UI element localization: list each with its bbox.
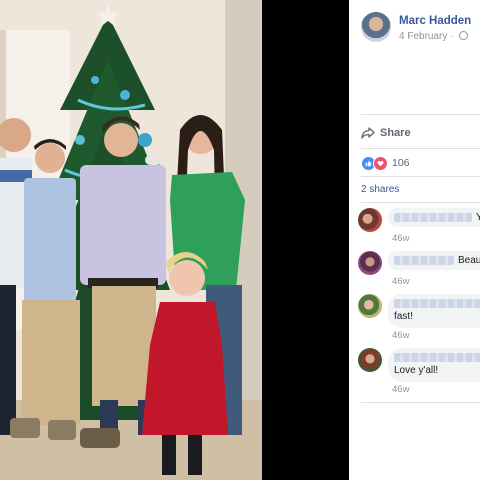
divider [361,202,480,203]
share-arrow-icon [361,127,375,139]
comment-time[interactable]: 46w [392,233,409,244]
comment-text: Beau [458,255,480,266]
share-label: Share [380,127,411,139]
divider [361,148,480,149]
post-header: Marc Hadden 4 February · [361,12,480,46]
reaction-count: 106 [392,157,410,169]
comment-text: fast! [394,311,413,322]
comment-bubble: fast! [388,294,480,328]
divider [361,114,480,115]
globe-icon [459,31,469,40]
comment-bubble: Y [388,208,480,227]
comment-time[interactable]: 46w [392,384,409,395]
author-avatar[interactable] [361,12,391,42]
commenter-name-blurred[interactable] [394,298,480,308]
post-date-text: 4 February [399,31,448,42]
author-name-link[interactable]: Marc Hadden [399,15,471,27]
commenter-avatar[interactable] [358,348,382,372]
reactions-summary[interactable]: 106 [361,155,410,171]
divider [361,176,480,177]
comment-time[interactable]: 46w [392,330,409,341]
commenter-avatar[interactable] [358,251,382,275]
commenter-name-blurred[interactable] [394,255,454,265]
post-side-panel: Marc Hadden 4 February · Share 106 2 sha… [349,0,480,480]
comment-text: Love y'all! [394,365,439,376]
family-photo-illustration [0,0,262,480]
comment-bubble: Love y'all! [388,348,480,382]
post-photo[interactable] [0,0,262,480]
commenter-avatar[interactable] [358,294,382,318]
comment-bubble: Beau [388,251,480,270]
share-button[interactable]: Share [361,124,411,142]
viewer-backdrop [262,0,349,480]
post-timestamp[interactable]: 4 February · [399,31,469,42]
comment-time[interactable]: 46w [392,276,409,287]
divider [361,402,480,403]
commenter-name-blurred[interactable] [394,212,472,222]
commenter-avatar[interactable] [358,208,382,232]
commenter-name-blurred[interactable] [394,352,480,362]
love-heart-icon [373,155,388,171]
shares-link[interactable]: 2 shares [361,184,399,195]
comment-text: Y [476,212,480,223]
